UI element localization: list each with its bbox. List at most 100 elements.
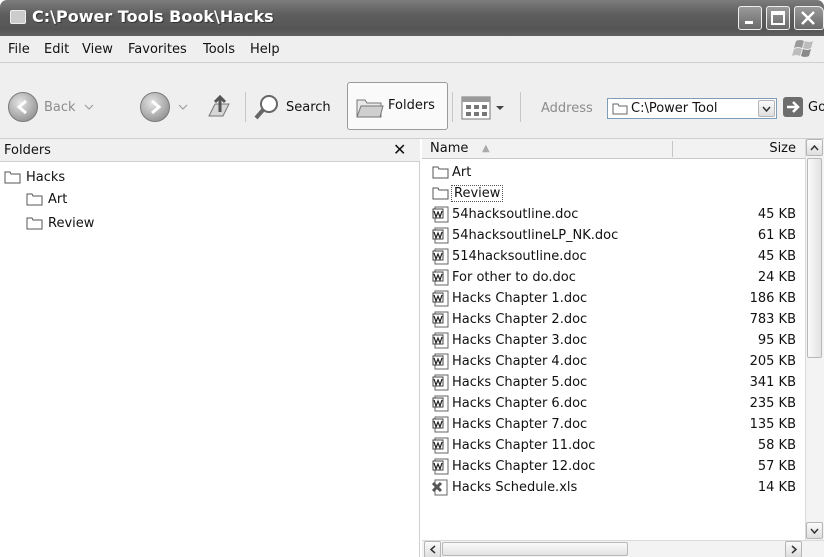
table-row[interactable]: Hacks Schedule.xls 14 KB [422, 477, 806, 498]
word-document-icon [432, 227, 449, 244]
file-size: 783 KB [749, 312, 796, 327]
folder-icon [612, 103, 628, 115]
folders-button[interactable]: Folders [347, 82, 448, 130]
word-document-icon [432, 248, 449, 265]
up-folder-icon [208, 94, 230, 117]
menu-favorites[interactable]: Favorites [128, 42, 187, 57]
search-icon [254, 95, 278, 120]
horizontal-scrollbar[interactable] [422, 540, 824, 557]
vertical-scrollbar[interactable] [805, 139, 824, 540]
table-row[interactable]: Hacks Chapter 11.doc 58 KB [422, 435, 806, 456]
address-field[interactable]: C:\Power Tool [607, 98, 777, 119]
file-name: For other to do.doc [452, 270, 576, 285]
word-document-icon [432, 374, 449, 391]
menu-tools[interactable]: Tools [203, 42, 235, 57]
table-row[interactable]: Hacks Chapter 12.doc 57 KB [422, 456, 806, 477]
toolbar-separator [520, 92, 521, 122]
close-button[interactable] [794, 6, 824, 30]
scroll-thumb[interactable] [442, 542, 628, 556]
forward-dropdown-icon [178, 104, 188, 110]
maximize-button[interactable] [766, 6, 790, 30]
word-document-icon [432, 353, 449, 370]
folder-icon [26, 193, 43, 206]
file-name: Hacks Chapter 3.doc [452, 333, 588, 348]
table-row[interactable]: Art [422, 162, 806, 183]
sort-ascending-icon: ▲ [482, 143, 490, 154]
go-button[interactable]: Go [783, 97, 824, 117]
scroll-up-button[interactable] [806, 139, 823, 156]
file-name: 514hacksoutline.doc [452, 249, 587, 264]
scroll-down-button[interactable] [806, 522, 823, 539]
scroll-thumb[interactable] [807, 158, 822, 358]
file-name: Hacks Chapter 7.doc [452, 417, 588, 432]
address-value: C:\Power Tool [631, 101, 718, 116]
file-size: 341 KB [749, 375, 796, 390]
table-row[interactable]: For other to do.doc 24 KB [422, 267, 806, 288]
table-row[interactable]: Hacks Chapter 4.doc 205 KB [422, 351, 806, 372]
file-name-cell: Hacks Chapter 5.doc [432, 372, 587, 393]
window-title: C:\Power Tools Book\Hacks [32, 7, 274, 26]
file-size: 14 KB [757, 480, 796, 495]
chevron-right-icon [791, 545, 797, 554]
file-size: 186 KB [749, 291, 796, 306]
excel-file-icon [432, 479, 448, 496]
title-bar[interactable]: C:\Power Tools Book\Hacks [0, 0, 824, 36]
file-size: 24 KB [757, 270, 796, 285]
file-size: 95 KB [757, 333, 796, 348]
tree-item-review[interactable]: Review [26, 216, 94, 231]
column-header-name[interactable]: Name [430, 141, 468, 156]
close-pane-icon[interactable]: ✕ [393, 140, 406, 159]
menu-edit[interactable]: Edit [44, 42, 69, 57]
minimize-button[interactable] [738, 6, 762, 30]
menu-help[interactable]: Help [250, 42, 280, 57]
scroll-right-button[interactable] [785, 541, 802, 557]
forward-arrow-icon [140, 92, 170, 122]
menu-file[interactable]: File [8, 42, 30, 57]
file-name-cell: Hacks Schedule.xls [432, 477, 577, 498]
back-button[interactable]: Back [8, 92, 94, 122]
folder-window-icon [10, 10, 26, 24]
folders-pane: Folders ✕ Hacks Art Review [0, 139, 420, 557]
chevron-up-icon [810, 144, 819, 150]
folder-icon [432, 166, 449, 179]
table-row[interactable]: Hacks Chapter 1.doc 186 KB [422, 288, 806, 309]
windows-logo-icon [792, 40, 813, 57]
file-name-cell: For other to do.doc [432, 267, 576, 288]
table-row[interactable]: Hacks Chapter 7.doc 135 KB [422, 414, 806, 435]
chevron-down-icon [762, 106, 771, 112]
file-name: Hacks Schedule.xls [452, 480, 578, 495]
toolbar-separator [245, 92, 246, 122]
table-row[interactable]: Hacks Chapter 2.doc 783 KB [422, 309, 806, 330]
table-row[interactable]: Hacks Chapter 5.doc 341 KB [422, 372, 806, 393]
tree-item-art[interactable]: Art [26, 192, 67, 207]
tree-item-hacks[interactable]: Hacks [4, 170, 65, 185]
table-row[interactable]: Hacks Chapter 6.doc 235 KB [422, 393, 806, 414]
table-row[interactable]: Review [422, 183, 806, 204]
scroll-left-button[interactable] [424, 541, 441, 557]
table-row[interactable]: 54hacksoutline.doc 45 KB [422, 204, 806, 225]
word-document-icon [432, 332, 449, 349]
views-button[interactable] [461, 95, 505, 121]
up-folder-button[interactable] [205, 92, 235, 122]
search-button[interactable]: Search [252, 92, 331, 122]
address-dropdown-button[interactable] [758, 100, 775, 117]
file-name-cell: Hacks Chapter 1.doc [432, 288, 587, 309]
file-size: 235 KB [749, 396, 796, 411]
file-size: 57 KB [757, 459, 796, 474]
file-name-cell: Hacks Chapter 3.doc [432, 330, 587, 351]
table-row[interactable]: 54hacksoutlineLP_NK.doc 61 KB [422, 225, 806, 246]
column-header-size[interactable]: Size [769, 141, 796, 156]
word-document-icon [432, 458, 449, 475]
views-dropdown-icon [496, 106, 504, 110]
file-name-cell: Review [432, 183, 504, 204]
file-name-cell: Hacks Chapter 6.doc [432, 393, 587, 414]
table-row[interactable]: Hacks Chapter 3.doc 95 KB [422, 330, 806, 351]
file-size: 45 KB [757, 207, 796, 222]
forward-button[interactable] [140, 92, 188, 122]
back-label: Back [44, 99, 76, 115]
column-divider[interactable] [672, 141, 673, 157]
menu-view[interactable]: View [82, 42, 113, 57]
table-row[interactable]: 514hacksoutline.doc 45 KB [422, 246, 806, 267]
chevron-left-icon [429, 545, 435, 554]
go-label: Go [808, 99, 824, 115]
